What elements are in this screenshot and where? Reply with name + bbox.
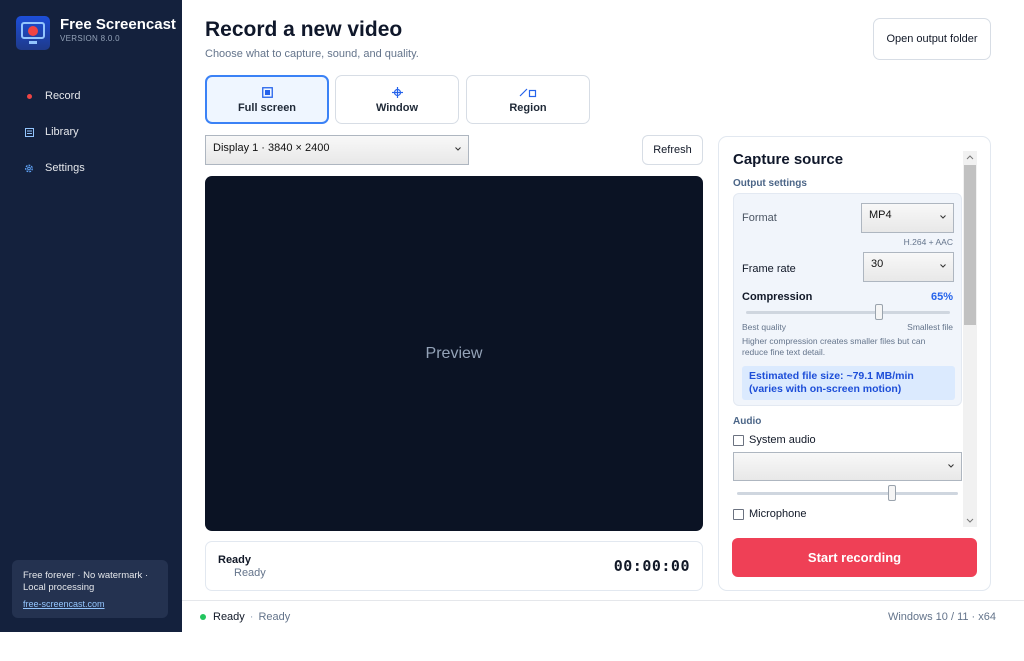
status-separator: ·: [249, 611, 254, 623]
sidebar-nav: Record Library Settings: [0, 78, 182, 186]
panel-scrollbar[interactable]: [963, 151, 977, 527]
preview-area: Preview: [205, 176, 703, 531]
compression-slider[interactable]: [746, 311, 950, 314]
chevron-down-icon: [940, 215, 946, 219]
compression-value: 65%: [930, 291, 953, 303]
promo-card: Free forever · No watermark · Local proc…: [12, 560, 168, 618]
output-settings-label: Output settings: [733, 178, 807, 189]
preview-label: Preview: [425, 344, 483, 362]
sidebar-item-label: Library: [45, 126, 79, 138]
status-bar-left: Ready · Ready: [200, 611, 290, 623]
recording-timer: 00:00:00: [613, 557, 690, 575]
tab-label: Window: [375, 102, 419, 114]
audio-section-label: Audio: [733, 416, 762, 427]
brand: Free Screencast VERSION 8.0.0: [16, 16, 176, 50]
frame-rate-select[interactable]: 30: [863, 252, 954, 282]
sidebar-item-settings[interactable]: Settings: [0, 150, 182, 186]
microphone-checkbox[interactable]: [733, 509, 744, 520]
scrollbar-thumb[interactable]: [964, 165, 976, 325]
status-bar: Ready · Ready Windows 10 / 11 · x64: [182, 600, 1024, 632]
chevron-down-icon: [948, 464, 954, 468]
compression-max-label: Smallest file: [907, 322, 953, 332]
output-settings-box: Format MP4 H.264 + AAC Frame rate 30 Com…: [733, 193, 962, 406]
app-version: VERSION 8.0.0: [60, 34, 120, 43]
estimated-size-text: Estimated file size: ~79.1 MB/min: [749, 370, 914, 382]
compression-hint: Higher compression creates smaller files…: [742, 336, 926, 357]
sidebar-item-record[interactable]: Record: [0, 78, 182, 114]
sidebar-item-label: Record: [45, 90, 81, 102]
status-title: Ready: [218, 554, 252, 566]
compression-label: Compression: [742, 291, 813, 303]
capture-source-panel: Capture source Output settings Format MP…: [718, 136, 991, 591]
system-audio-label: System audio: [749, 434, 816, 446]
region-icon: [519, 85, 537, 99]
format-hint: H.264 + AAC: [903, 237, 953, 247]
library-icon: [24, 127, 34, 137]
platform-info: Windows 10 / 11 · x64: [887, 611, 996, 623]
app-name: Free Screencast: [60, 16, 176, 33]
format-select-value: MP4: [869, 209, 892, 221]
status-bar-status: Ready: [213, 611, 245, 623]
tab-label: Full screen: [237, 102, 297, 114]
system-volume-slider-thumb[interactable]: [887, 485, 896, 501]
compression-min-label: Best quality: [742, 322, 786, 332]
estimated-size-box: Estimated file size: ~79.1 MB/min (varie…: [742, 366, 955, 400]
refresh-button[interactable]: Refresh: [642, 135, 703, 165]
format-select[interactable]: MP4: [861, 203, 954, 233]
display-select-value: Display 1 · 3840 × 2400: [213, 142, 330, 154]
status-bar-detail: Ready: [258, 611, 291, 623]
tab-region[interactable]: Region: [466, 75, 590, 124]
record-dot-icon: [24, 91, 34, 101]
sidebar-item-label: Settings: [45, 162, 85, 174]
promo-text: Free forever · No watermark · Local proc…: [23, 570, 149, 593]
open-output-folder-button[interactable]: Open output folder: [873, 18, 991, 60]
recording-status-card: Ready Ready 00:00:00: [205, 541, 703, 591]
fullscreen-icon: [261, 85, 273, 99]
gear-icon: [24, 163, 34, 173]
system-audio-checkbox[interactable]: [733, 435, 744, 446]
system-volume-slider[interactable]: [737, 492, 958, 495]
sidebar-item-library[interactable]: Library: [0, 114, 182, 150]
panel-title: Capture source: [733, 151, 844, 168]
display-select[interactable]: Display 1 · 3840 × 2400: [205, 135, 469, 165]
status-subtitle: Ready: [234, 567, 266, 579]
chevron-down-icon: [455, 147, 461, 151]
bottom-strip: [0, 632, 1024, 661]
estimated-size-note: (varies with on-screen motion): [749, 382, 902, 395]
compression-slider-thumb[interactable]: [874, 304, 883, 320]
microphone-label: Microphone: [749, 508, 807, 520]
website-link[interactable]: free-screencast.com: [23, 598, 105, 610]
start-recording-button[interactable]: Start recording: [732, 538, 977, 577]
frame-rate-label: Frame rate: [742, 263, 796, 275]
scroll-down-icon[interactable]: [966, 518, 974, 524]
page-subtitle: Choose what to capture, sound, and quali…: [205, 48, 419, 60]
status-dot-icon: [200, 614, 206, 620]
tab-window[interactable]: Window: [335, 75, 459, 124]
sidebar: Free Screencast VERSION 8.0.0 Record Lib…: [0, 0, 182, 632]
scroll-up-icon[interactable]: [966, 154, 974, 160]
window-target-icon: [391, 85, 403, 99]
tab-label: Region: [509, 102, 547, 114]
chevron-down-icon: [940, 264, 946, 268]
format-label: Format: [742, 212, 777, 224]
frame-rate-select-value: 30: [871, 258, 884, 270]
system-audio-device-select[interactable]: [733, 452, 962, 481]
tab-full-screen[interactable]: Full screen: [205, 75, 329, 124]
page-title: Record a new video: [205, 18, 403, 41]
app-logo-icon: [16, 16, 50, 50]
